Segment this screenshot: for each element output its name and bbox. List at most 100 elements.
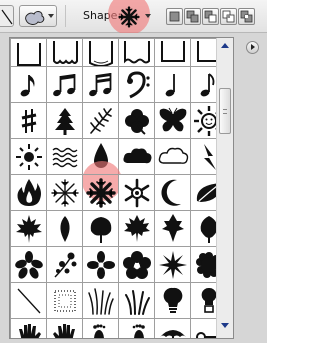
shape-cell-selected[interactable] (82, 174, 119, 211)
shape-cell[interactable] (118, 66, 155, 103)
new-layer-mode-icon (169, 11, 180, 22)
shape-cell[interactable] (10, 318, 47, 338)
custom-shape-icon (25, 11, 45, 25)
shape-cell[interactable] (46, 102, 83, 139)
shape-cell[interactable] (10, 102, 47, 139)
snowflake-asterisk-icon (86, 178, 116, 208)
shape-cell[interactable] (118, 318, 155, 338)
scroll-up-arrow-icon[interactable] (221, 43, 229, 48)
shape-cell[interactable] (10, 174, 47, 211)
shape-cell[interactable] (46, 318, 83, 338)
cloud-icon (123, 148, 152, 164)
fire-icon (17, 179, 41, 206)
shape-cell[interactable] (118, 282, 155, 319)
add-mode-icon (186, 10, 199, 23)
shape-cell[interactable] (154, 282, 191, 319)
grass-2-icon (125, 290, 150, 315)
shape-cell[interactable] (154, 102, 191, 139)
quarter-note-icon (165, 74, 175, 97)
shape-cell[interactable] (10, 282, 47, 319)
sun-rays-icon (16, 144, 42, 170)
shape-cell[interactable] (46, 210, 83, 247)
footprint-left-icon (93, 324, 106, 338)
shape-cell[interactable] (82, 318, 119, 338)
shape-cell[interactable] (10, 210, 47, 247)
line-tool-icon (1, 9, 13, 25)
subtract-mode-icon (204, 10, 217, 23)
snowflake-crystal-icon (124, 178, 150, 208)
shape-cell[interactable] (46, 246, 83, 283)
shape-cell[interactable] (82, 282, 119, 319)
shape-cell[interactable] (82, 210, 119, 247)
shape-cell[interactable] (82, 102, 119, 139)
exclude-mode-icon (240, 10, 253, 23)
maple-leaf-2-icon (124, 215, 150, 242)
shape-cell[interactable] (46, 282, 83, 319)
selected-shape-snowflake-icon[interactable] (116, 4, 142, 30)
shape-cell[interactable] (154, 138, 191, 175)
chevron-down-icon (48, 14, 54, 18)
shape-cell[interactable] (46, 66, 83, 103)
sharp-sign-icon (21, 109, 37, 133)
shape-cell[interactable] (154, 318, 191, 338)
panel-menu-button[interactable] (246, 41, 259, 54)
mode-exclude-button[interactable] (238, 8, 255, 25)
ivy-leaf-icon (90, 217, 112, 243)
shape-cell[interactable] (118, 102, 155, 139)
shape-cell[interactable] (46, 138, 83, 175)
shape-dropdown-chevron-icon[interactable] (145, 14, 151, 18)
toolbar-divider (65, 5, 66, 27)
cloud-outline-icon (158, 147, 189, 164)
tree-icon (55, 108, 75, 135)
shape-cell[interactable] (154, 66, 191, 103)
shape-cell[interactable] (118, 174, 155, 211)
shape-cell[interactable] (154, 210, 191, 247)
slash-icon (17, 288, 41, 314)
shape-cell[interactable] (154, 174, 191, 211)
snowflake-icon (51, 179, 79, 207)
shape-cell[interactable] (118, 246, 155, 283)
bass-clef-icon (127, 71, 150, 99)
scroll-down-arrow-icon[interactable] (221, 323, 229, 328)
shape-cell[interactable] (82, 66, 119, 103)
leaf-3-icon (162, 214, 184, 242)
grass-icon (88, 288, 114, 315)
lightbulb-icon (163, 287, 183, 313)
hand-left-icon (19, 324, 41, 338)
beamed-eighth-notes-icon (53, 74, 76, 97)
fern-leaf-icon (90, 108, 112, 134)
shape-cell[interactable] (46, 174, 83, 211)
options-toolbar: Shape: (0, 0, 267, 35)
beamed-sixteenth-notes-icon (89, 73, 112, 97)
umbrella-icon (160, 330, 186, 338)
shape-list-scrollbar[interactable] (216, 38, 233, 338)
eighth-note-icon (20, 75, 35, 97)
shape-cell[interactable] (118, 210, 155, 247)
waves-icon (52, 147, 78, 168)
butterfly-icon (159, 107, 187, 132)
maple-leaf-icon (16, 215, 42, 243)
custom-shape-tool-button[interactable] (19, 5, 57, 27)
dotted-square-icon (54, 290, 76, 312)
flower-5-icon (123, 251, 151, 279)
mode-subtract-button[interactable] (202, 8, 219, 25)
line-tool-button[interactable] (0, 5, 14, 27)
mode-add-button[interactable] (184, 8, 201, 25)
crescent-moon-icon (161, 179, 181, 206)
shape-cell[interactable] (118, 138, 155, 175)
mode-intersect-button[interactable] (220, 8, 237, 25)
intersect-mode-icon (222, 10, 235, 23)
shape-cell[interactable] (154, 246, 191, 283)
scrollbar-thumb[interactable] (219, 88, 231, 134)
mode-new-layer-button[interactable] (166, 8, 183, 25)
flower-icon (15, 251, 43, 279)
shape-cell[interactable] (10, 138, 47, 175)
blossom-spray-icon (54, 252, 77, 278)
shape-grid (9, 37, 234, 339)
oval-leaf-icon (60, 216, 70, 242)
shape-cell[interactable] (10, 66, 47, 103)
hand-right-icon (53, 324, 75, 338)
footprint-right-icon (132, 324, 145, 338)
shape-cell[interactable] (10, 246, 47, 283)
shape-cell[interactable] (82, 246, 119, 283)
